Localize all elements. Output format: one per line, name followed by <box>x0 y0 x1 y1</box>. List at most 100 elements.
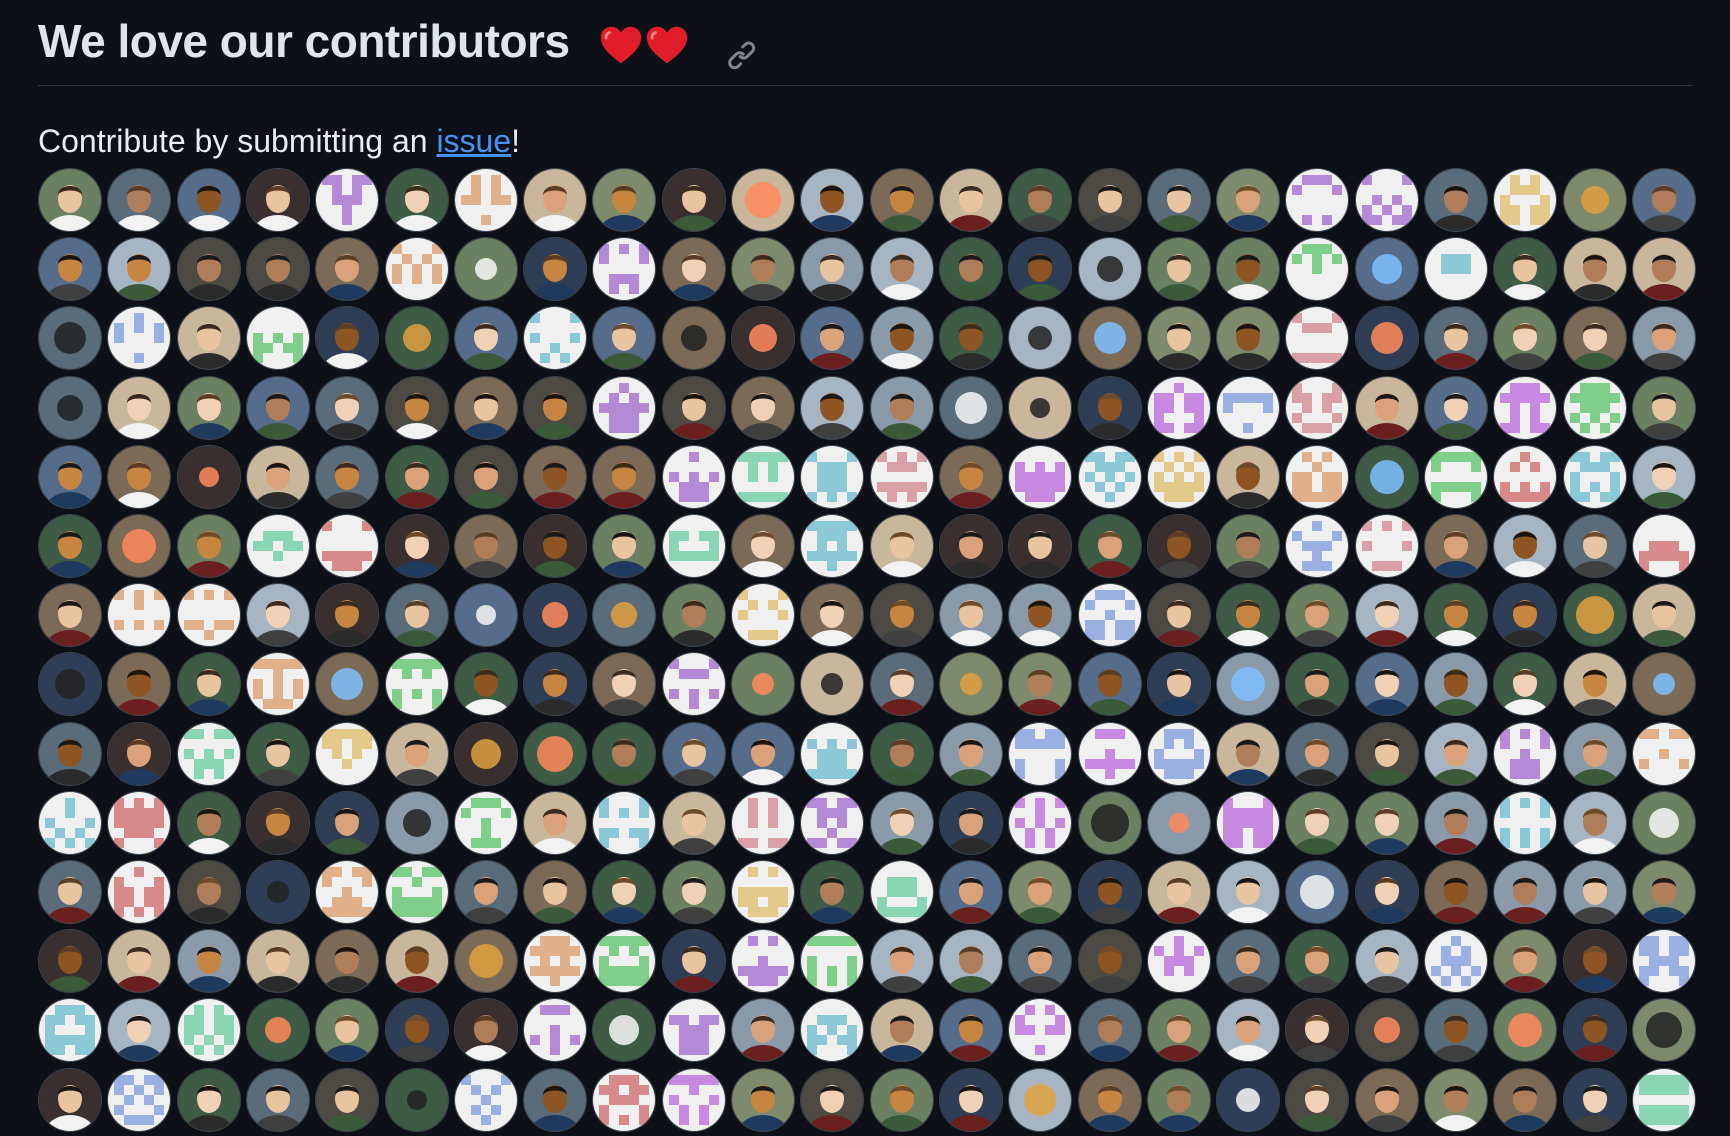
contributor-avatar[interactable] <box>1563 237 1627 301</box>
contributor-avatar[interactable] <box>1078 1068 1142 1132</box>
contributor-avatar[interactable] <box>246 791 310 855</box>
contributor-avatar[interactable] <box>523 306 587 370</box>
contributor-avatar[interactable] <box>1008 929 1072 993</box>
contributor-avatar[interactable] <box>1078 168 1142 232</box>
contributor-avatar[interactable] <box>1216 998 1280 1062</box>
contributor-avatar[interactable] <box>1355 583 1419 647</box>
contributor-avatar[interactable] <box>523 583 587 647</box>
contributor-avatar[interactable] <box>1355 237 1419 301</box>
contributor-avatar[interactable] <box>662 306 726 370</box>
contributor-avatar[interactable] <box>1563 722 1627 786</box>
contributor-avatar[interactable] <box>107 514 171 578</box>
contributor-avatar[interactable] <box>1493 929 1557 993</box>
contributor-avatar[interactable] <box>939 376 1003 440</box>
contributor-avatar[interactable] <box>1355 929 1419 993</box>
contributor-avatar[interactable] <box>1147 376 1211 440</box>
contributor-avatar[interactable] <box>592 1068 656 1132</box>
contributor-avatar[interactable] <box>177 445 241 509</box>
contributor-avatar[interactable] <box>385 791 449 855</box>
contributor-avatar[interactable] <box>1216 514 1280 578</box>
contributor-avatar[interactable] <box>1008 583 1072 647</box>
contributor-avatar[interactable] <box>385 514 449 578</box>
contributor-avatar[interactable] <box>939 168 1003 232</box>
contributor-avatar[interactable] <box>870 929 934 993</box>
contributor-avatar[interactable] <box>38 860 102 924</box>
contributor-avatar[interactable] <box>107 376 171 440</box>
contributor-avatar[interactable] <box>523 445 587 509</box>
contributor-avatar[interactable] <box>1632 860 1696 924</box>
contributor-avatar[interactable] <box>315 1068 379 1132</box>
contributor-avatar[interactable] <box>1008 514 1072 578</box>
contributor-avatar[interactable] <box>1493 791 1557 855</box>
contributor-avatar[interactable] <box>1078 306 1142 370</box>
contributor-avatar[interactable] <box>592 514 656 578</box>
contributor-avatar[interactable] <box>731 168 795 232</box>
contributor-avatar[interactable] <box>385 998 449 1062</box>
contributor-avatar[interactable] <box>38 445 102 509</box>
contributor-avatar[interactable] <box>107 1068 171 1132</box>
contributor-avatar[interactable] <box>107 998 171 1062</box>
contributor-avatar[interactable] <box>1078 929 1142 993</box>
contributor-avatar[interactable] <box>1493 583 1557 647</box>
contributor-avatar[interactable] <box>592 722 656 786</box>
contributor-avatar[interactable] <box>662 168 726 232</box>
contributor-avatar[interactable] <box>454 791 518 855</box>
contributor-avatar[interactable] <box>1493 722 1557 786</box>
contributor-avatar[interactable] <box>800 583 864 647</box>
contributor-avatar[interactable] <box>800 1068 864 1132</box>
contributor-avatar[interactable] <box>1355 168 1419 232</box>
contributor-avatar[interactable] <box>177 929 241 993</box>
contributor-avatar[interactable] <box>454 445 518 509</box>
contributor-avatar[interactable] <box>523 722 587 786</box>
contributor-avatar[interactable] <box>1632 998 1696 1062</box>
contributor-avatar[interactable] <box>1355 514 1419 578</box>
contributor-avatar[interactable] <box>246 306 310 370</box>
contributor-avatar[interactable] <box>1424 1068 1488 1132</box>
contributor-avatar[interactable] <box>1285 583 1349 647</box>
contributor-avatar[interactable] <box>1285 237 1349 301</box>
contributor-avatar[interactable] <box>177 514 241 578</box>
contributor-avatar[interactable] <box>1355 860 1419 924</box>
contributor-avatar[interactable] <box>1216 1068 1280 1132</box>
contributor-avatar[interactable] <box>731 1068 795 1132</box>
contributor-avatar[interactable] <box>1493 652 1557 716</box>
contributor-avatar[interactable] <box>1285 376 1349 440</box>
contributor-avatar[interactable] <box>800 929 864 993</box>
contributor-avatar[interactable] <box>870 860 934 924</box>
contributor-avatar[interactable] <box>1147 998 1211 1062</box>
contributor-avatar[interactable] <box>1216 237 1280 301</box>
contributor-avatar[interactable] <box>177 168 241 232</box>
contributor-avatar[interactable] <box>315 998 379 1062</box>
contributor-avatar[interactable] <box>1008 722 1072 786</box>
contributor-avatar[interactable] <box>107 306 171 370</box>
contributor-avatar[interactable] <box>38 376 102 440</box>
contributor-avatar[interactable] <box>385 168 449 232</box>
contributor-avatar[interactable] <box>246 998 310 1062</box>
contributor-avatar[interactable] <box>1147 306 1211 370</box>
contributor-avatar[interactable] <box>246 860 310 924</box>
contributor-avatar[interactable] <box>1493 237 1557 301</box>
contributor-avatar[interactable] <box>1424 929 1488 993</box>
contributor-avatar[interactable] <box>315 237 379 301</box>
contributor-avatar[interactable] <box>523 860 587 924</box>
contributor-avatar[interactable] <box>1078 237 1142 301</box>
contributor-avatar[interactable] <box>385 376 449 440</box>
contributor-avatar[interactable] <box>1147 860 1211 924</box>
contributor-avatar[interactable] <box>1008 791 1072 855</box>
contributor-avatar[interactable] <box>592 168 656 232</box>
contributor-avatar[interactable] <box>1355 652 1419 716</box>
contributor-avatar[interactable] <box>1216 583 1280 647</box>
contributor-avatar[interactable] <box>592 998 656 1062</box>
contributor-avatar[interactable] <box>523 652 587 716</box>
contributor-avatar[interactable] <box>1147 583 1211 647</box>
contributor-avatar[interactable] <box>1285 722 1349 786</box>
contributor-avatar[interactable] <box>1008 1068 1072 1132</box>
contributor-avatar[interactable] <box>1424 652 1488 716</box>
contributor-avatar[interactable] <box>870 445 934 509</box>
contributor-avatar[interactable] <box>870 168 934 232</box>
contributor-avatar[interactable] <box>662 445 726 509</box>
contributor-avatar[interactable] <box>939 998 1003 1062</box>
contributor-avatar[interactable] <box>107 791 171 855</box>
contributor-avatar[interactable] <box>870 998 934 1062</box>
contributor-avatar[interactable] <box>939 722 1003 786</box>
